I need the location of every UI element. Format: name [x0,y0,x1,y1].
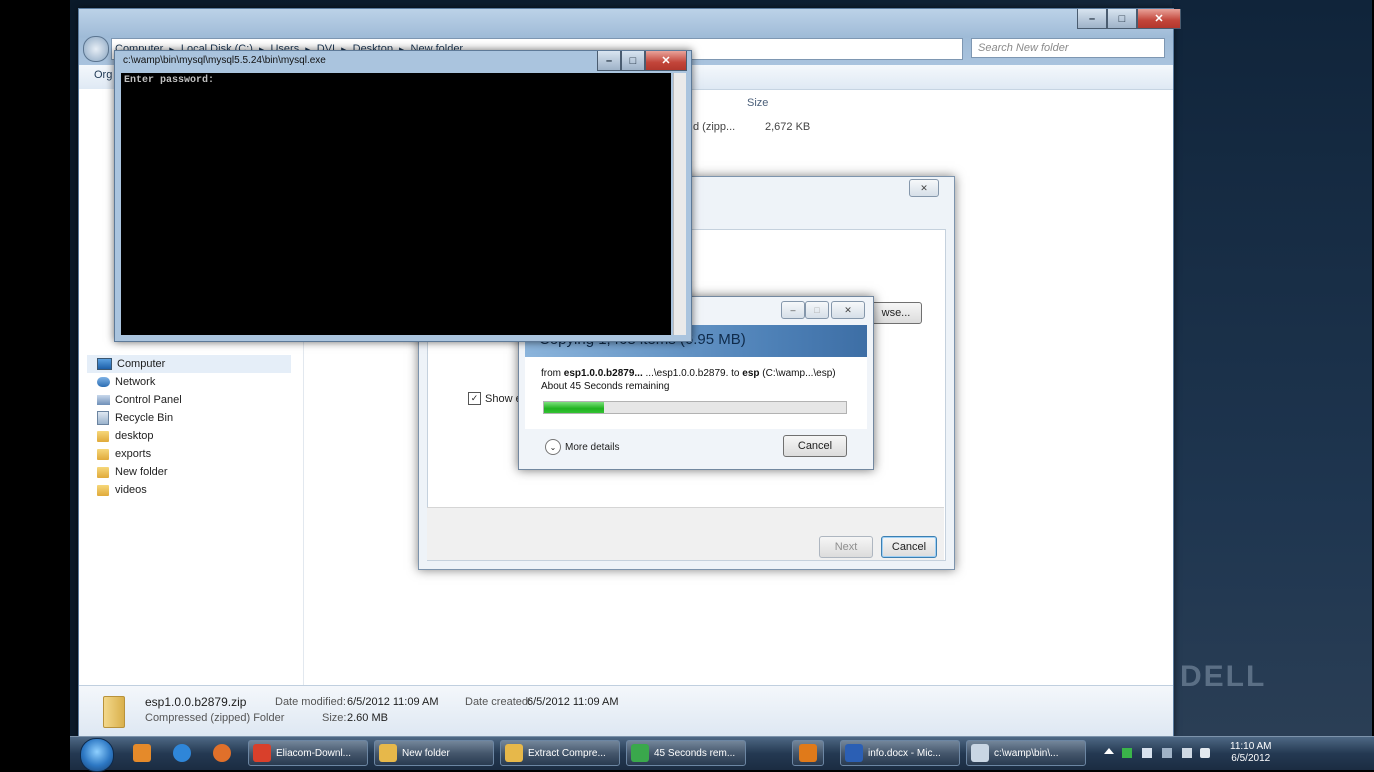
media-player-icon [799,744,817,762]
console-window-controls: – □ ✕ [597,51,687,71]
taskbar-item-word[interactable]: info.docx - Mic... [840,740,960,766]
folder-icon [97,430,109,442]
control-panel-icon [97,395,110,405]
clock-date: 6/5/2012 [1231,753,1271,764]
copy-progress-bar [543,401,847,414]
copy-from-to-line: from esp1.0.0.b2879... ...\esp1.0.0.b287… [541,368,836,379]
close-button[interactable]: ✕ [1137,9,1181,29]
column-header-size[interactable]: Size [747,97,768,109]
copy-progress-icon [631,744,649,762]
nav-item-computer[interactable]: Computer [87,355,291,373]
details-created-value: 6/5/2012 11:09 AM [527,696,619,708]
console-output[interactable]: Enter password: [121,73,671,335]
show-hidden-icons-icon[interactable] [1104,748,1114,754]
copy-close-button[interactable]: ✕ [831,301,865,319]
details-modified-label: Date modified: [275,696,346,708]
search-input[interactable]: Search New folder [971,38,1165,58]
details-size-value: 2.60 MB [347,712,388,724]
details-created-label: Date created: [465,696,532,708]
tray-app-icon[interactable] [1122,748,1132,758]
clock-time: 11:10 AM [1230,741,1272,752]
nav-item-recycle-bin[interactable]: Recycle Bin [97,409,173,427]
recycle-bin-icon [97,411,109,425]
computer-icon [97,358,112,370]
dell-logo: DELL [1180,660,1267,693]
details-modified-value: 6/5/2012 11:09 AM [347,696,439,708]
minimize-button[interactable]: – [1077,9,1107,29]
copy-maximize-button[interactable]: □ [805,301,829,319]
firefox-icon[interactable] [204,740,240,766]
desktop-wallpaper [1172,0,1372,736]
checkmark-icon: ✓ [468,392,481,405]
wizard-close-button[interactable]: ✕ [909,179,939,197]
copy-source-link[interactable]: esp1.0.0.b2879... [564,368,643,379]
taskbar-item-media[interactable] [792,740,824,766]
mysql-console-window: c:\wamp\bin\mysql\mysql5.5.24\bin\mysql.… [114,50,692,342]
taskbar-item-chrome[interactable]: Eliacom-Downl... [248,740,368,766]
copy-minimize-button[interactable]: – [781,301,805,319]
console-maximize-button[interactable]: □ [621,51,645,71]
tray-device-icon[interactable] [1162,748,1172,758]
folder-icon [379,744,397,762]
browse-button[interactable]: wse... [870,302,922,324]
maximize-icon: □ [814,305,820,315]
network-icon [97,377,110,387]
taskbar-item-extract[interactable]: Extract Compre... [500,740,620,766]
next-button[interactable]: Next [819,536,873,558]
start-button[interactable] [80,738,114,772]
outlook-pinned-icon[interactable] [124,740,160,766]
console-minimize-button[interactable]: – [597,51,621,71]
back-button[interactable] [83,36,109,62]
copy-dest-link[interactable]: esp [742,368,759,379]
details-file-type: Compressed (zipped) Folder [145,712,285,724]
system-clock[interactable]: 11:10 AM 6/5/2012 [1230,741,1272,765]
details-file-name: esp1.0.0.b2879.zip [145,695,247,709]
close-icon: ✕ [920,182,928,193]
nav-item-desktop[interactable]: desktop [97,427,154,445]
console-icon [971,744,989,762]
console-title: c:\wamp\bin\mysql\mysql5.5.24\bin\mysql.… [123,55,326,66]
file-type-cell[interactable]: d (zipp... [693,121,735,133]
time-remaining: About 45 Seconds remaining [541,381,670,392]
nav-item-new-folder[interactable]: New folder [97,463,168,481]
details-size-label: Size: [322,712,347,724]
details-pane: esp1.0.0.b2879.zip Compressed (zipped) F… [79,685,1173,738]
zip-folder-icon [103,696,125,728]
nav-item-control-panel[interactable]: Control Panel [97,391,182,409]
folder-icon [505,744,523,762]
action-center-flag-icon[interactable] [1142,748,1152,758]
close-icon: ✕ [844,304,852,315]
copy-cancel-button[interactable]: Cancel [783,435,847,457]
file-size-cell[interactable]: 2,672 KB [765,121,810,133]
nav-item-exports[interactable]: exports [97,445,151,463]
chrome-icon [253,744,271,762]
wizard-cancel-button[interactable]: Cancel [881,536,937,558]
taskbar: Eliacom-Downl... New folder Extract Comp… [70,736,1374,772]
internet-explorer-icon[interactable] [164,740,200,766]
console-scrollbar[interactable] [673,73,686,335]
progress-fill [544,402,605,413]
console-close-button[interactable]: ✕ [645,51,687,71]
explorer-window-controls: – □ ✕ [1077,9,1181,29]
minimize-icon: – [790,305,796,315]
wizard-footer: Next Cancel [427,507,944,560]
folder-icon [97,484,109,496]
taskbar-item-explorer[interactable]: New folder [374,740,494,766]
organize-menu[interactable]: Org [94,69,112,81]
chevron-down-icon: ⌄ [545,439,561,455]
word-icon [845,744,863,762]
maximize-button[interactable]: □ [1107,9,1137,29]
taskbar-item-console[interactable]: c:\wamp\bin\... [966,740,1086,766]
taskbar-item-copy-progress[interactable]: 45 Seconds rem... [626,740,746,766]
folder-icon [97,466,109,478]
more-details-toggle[interactable]: ⌄ More details [545,439,619,455]
console-prompt: Enter password: [124,75,215,86]
network-signal-icon[interactable] [1182,748,1192,758]
folder-icon [97,448,109,460]
nav-item-videos[interactable]: videos [97,481,147,499]
nav-item-network[interactable]: Network [97,373,155,391]
volume-icon[interactable] [1200,748,1210,758]
